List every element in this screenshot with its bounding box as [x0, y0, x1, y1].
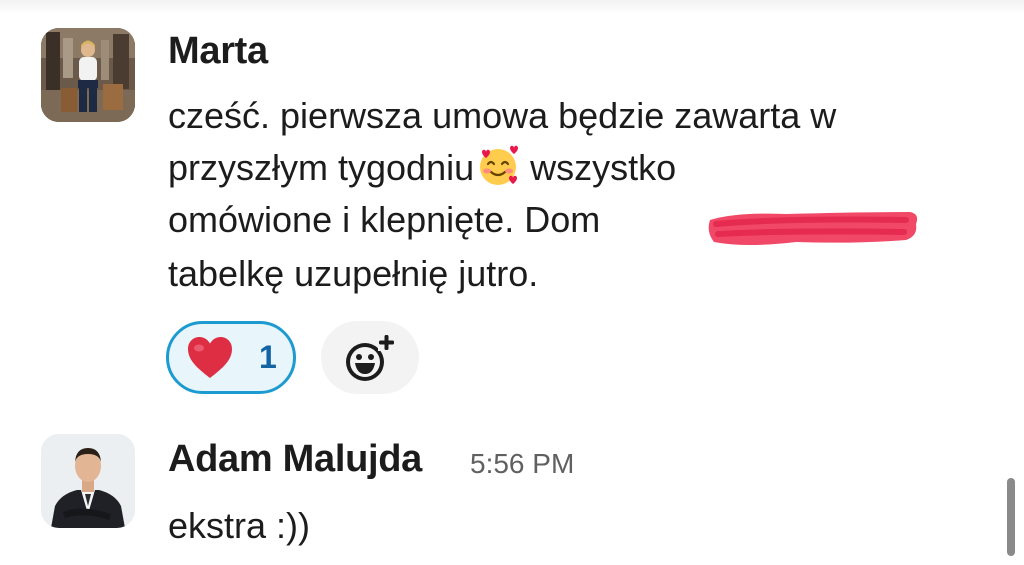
add-reaction-button[interactable]: [321, 321, 419, 394]
author-name[interactable]: Marta: [168, 30, 268, 73]
smiling-face-with-hearts-icon: [476, 144, 520, 188]
message-adam: [0, 420, 1024, 565]
message-line: cześć. pierwsza umowa będzie zawarta w: [168, 95, 837, 136]
author-name[interactable]: Adam Malujda: [168, 438, 422, 481]
message-marta: Marta cześć. pierwsza umowa będzie zawar…: [0, 0, 1024, 420]
adam-avatar[interactable]: [41, 434, 135, 528]
red-heart-icon: [187, 336, 233, 380]
add-reaction-icon: [346, 334, 395, 381]
message-text: ekstra :)): [168, 505, 311, 546]
adam-avatar-image: [41, 434, 135, 528]
message-line: omówione i klepnięte. Dom: [168, 199, 601, 240]
reaction-count: 1: [259, 339, 277, 375]
message-line: tabelkę uzupełnię jutro.: [168, 253, 539, 294]
scrollbar-thumb[interactable]: [1007, 478, 1015, 556]
reaction-heart-button[interactable]: 1: [166, 321, 296, 394]
marta-avatar-image: [41, 28, 135, 122]
redaction-mark: [706, 206, 922, 250]
message-line: przyszłym tygodniu wszystko: [168, 140, 676, 196]
message-line-text: wszystko: [520, 147, 677, 188]
message-line-text: przyszłym tygodniu: [168, 147, 475, 188]
message-timestamp[interactable]: 5:56 PM: [470, 448, 574, 480]
marta-avatar[interactable]: [41, 28, 135, 122]
